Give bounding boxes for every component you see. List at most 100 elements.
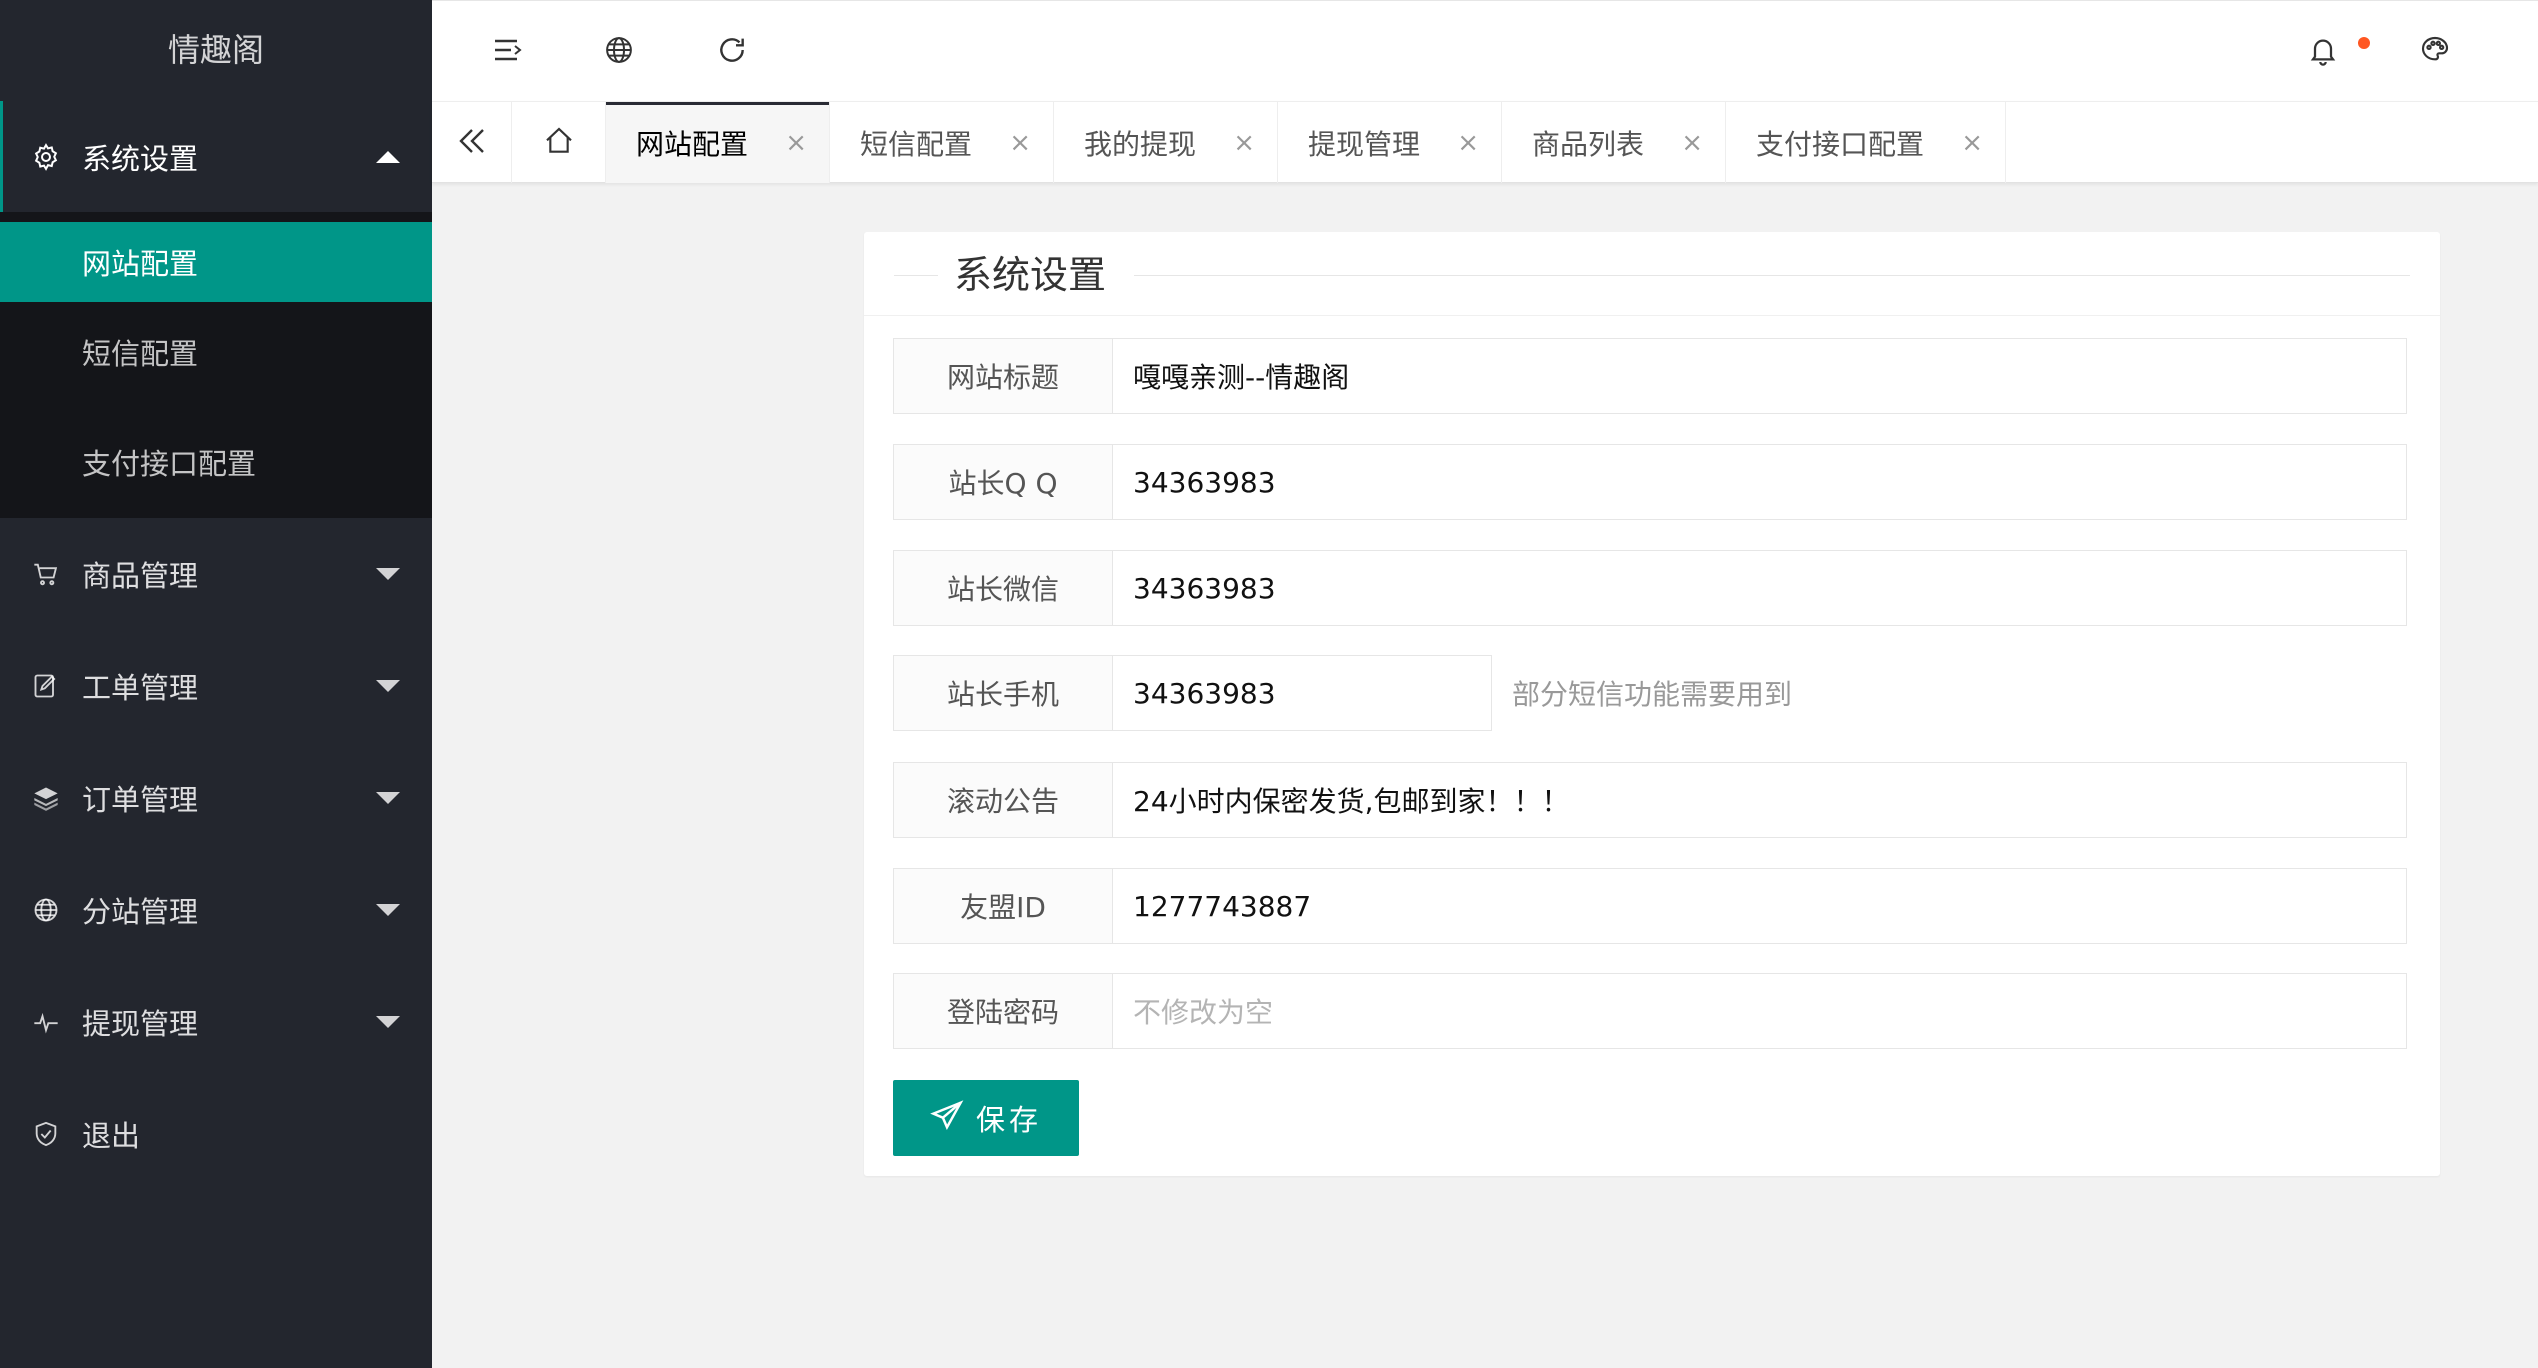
sidebar-item-label: 系统设置 <box>82 141 199 176</box>
sidebar-item-substations[interactable]: 分站管理 <box>0 854 432 966</box>
tab-label: 支付接口配置 <box>1756 127 1925 161</box>
close-icon[interactable]: × <box>1457 129 1479 157</box>
tab-label: 我的提现 <box>1084 127 1197 161</box>
form-row-site-title: 网站标题 嘎嘎亲测--情趣阁 <box>893 338 2407 414</box>
tab-label: 商品列表 <box>1532 127 1645 161</box>
close-icon[interactable]: × <box>1233 129 1255 157</box>
form-row-wechat: 站长微信 34363983 <box>893 550 2407 626</box>
field-label: 滚动公告 <box>893 762 1113 838</box>
globe-icon <box>604 35 634 69</box>
chevron-up-icon <box>376 150 400 163</box>
umeng-id-input[interactable]: 1277743887 <box>1112 868 2407 944</box>
sidebar-item-products[interactable]: 商品管理 <box>0 518 432 630</box>
sidebar-subnav-system: 网站配置 短信配置 <box>0 212 432 418</box>
menu-fold-icon <box>493 37 523 67</box>
gear-icon <box>30 141 62 173</box>
palette-icon <box>2418 34 2452 70</box>
sidebar-item-orders[interactable]: 订单管理 <box>0 742 432 854</box>
legend-line-left <box>894 275 938 276</box>
sidebar: 情趣阁 系统设置 网站配置 短信配置 支付接口配置 商品管理 工单管理 订单管理… <box>0 0 432 1368</box>
field-label: 站长微信 <box>893 550 1113 626</box>
sidebar-item-label: 退出 <box>82 1119 141 1153</box>
sidebar-item-label: 商品管理 <box>82 559 199 593</box>
sidebar-item-site-config[interactable]: 网站配置 <box>0 222 432 302</box>
website-button[interactable] <box>569 1 669 102</box>
tab-site-config[interactable]: 网站配置 × <box>606 102 830 183</box>
pulse-icon <box>30 1006 62 1038</box>
settings-card: 系统设置 网站标题 嘎嘎亲测--情趣阁 站长Q Q 34363983 站长微信 … <box>864 232 2440 1176</box>
home-icon <box>542 125 576 161</box>
field-label: 友盟ID <box>893 868 1113 944</box>
save-button[interactable]: 保存 <box>893 1080 1079 1156</box>
app-logo: 情趣阁 <box>167 31 264 69</box>
phone-hint: 部分短信功能需要用到 <box>1512 678 1793 711</box>
form-row-umeng-id: 友盟ID 1277743887 <box>893 868 2407 944</box>
globe-icon <box>30 894 62 926</box>
sidebar-item-label: 短信配置 <box>82 337 199 371</box>
legend-line-right <box>1134 275 2410 276</box>
close-icon[interactable]: × <box>1681 129 1703 157</box>
form-row-notice: 滚动公告 24小时内保密发货,包邮到家！！！ <box>893 762 2407 838</box>
top-header <box>432 0 2538 101</box>
sidebar-subnav-system-2: 支付接口配置 <box>0 418 432 518</box>
close-icon[interactable]: × <box>1009 129 1031 157</box>
sidebar-item-sms-config[interactable]: 短信配置 <box>0 302 432 402</box>
site-title-input[interactable]: 嘎嘎亲测--情趣阁 <box>1112 338 2407 414</box>
tab-product-list[interactable]: 商品列表 × <box>1502 102 1726 183</box>
save-button-label: 保存 <box>975 1103 1042 1137</box>
refresh-button[interactable] <box>682 1 782 102</box>
sidebar-item-label: 分站管理 <box>82 895 199 929</box>
chevron-down-icon <box>376 904 400 916</box>
tab-label: 提现管理 <box>1308 127 1421 161</box>
tab-bar: 网站配置 × 短信配置 × 我的提现 × 提现管理 × 商品列表 × 支付接口配… <box>432 101 2538 183</box>
sidebar-item-logout[interactable]: 退出 <box>0 1078 432 1190</box>
home-tab[interactable] <box>512 102 606 183</box>
sidebar-item-tickets[interactable]: 工单管理 <box>0 630 432 742</box>
shield-icon <box>30 1118 62 1150</box>
chevron-down-icon <box>376 1016 400 1028</box>
chevron-down-icon <box>376 568 400 580</box>
tab-scroll-left-button[interactable] <box>432 102 512 183</box>
sidebar-item-system-settings[interactable]: 系统设置 <box>0 101 432 212</box>
chevron-down-icon <box>376 680 400 692</box>
close-icon[interactable]: × <box>1961 129 1983 157</box>
cart-icon <box>30 558 62 590</box>
phone-input[interactable]: 34363983 <box>1112 655 1492 731</box>
scroll-notice-input[interactable]: 24小时内保密发货,包邮到家！！！ <box>1112 762 2407 838</box>
sidebar-item-label: 订单管理 <box>82 783 199 817</box>
tab-sms-config[interactable]: 短信配置 × <box>830 102 1054 183</box>
password-input[interactable]: 不修改为空 <box>1112 973 2407 1049</box>
card-divider <box>864 315 2440 316</box>
chevron-down-icon <box>376 792 400 804</box>
sidebar-item-label: 支付接口配置 <box>82 447 257 481</box>
field-label: 登陆密码 <box>893 973 1113 1049</box>
tab-label: 网站配置 <box>636 127 749 161</box>
menu-fold-button[interactable] <box>458 1 558 102</box>
close-icon[interactable]: × <box>785 129 807 157</box>
field-label: 网站标题 <box>893 338 1113 414</box>
form-row-qq: 站长Q Q 34363983 <box>893 444 2407 520</box>
tab-withdraw-management[interactable]: 提现管理 × <box>1278 102 1502 183</box>
field-label: 站长手机 <box>893 655 1113 731</box>
tab-payment-config[interactable]: 支付接口配置 × <box>1726 102 2006 183</box>
tab-my-withdraw[interactable]: 我的提现 × <box>1054 102 1278 183</box>
sidebar-item-payment-config[interactable]: 支付接口配置 <box>0 412 432 512</box>
edit-icon <box>30 670 62 702</box>
qq-input[interactable]: 34363983 <box>1112 444 2407 520</box>
form-legend: 系统设置 <box>954 253 1107 297</box>
wechat-input[interactable]: 34363983 <box>1112 550 2407 626</box>
double-chevron-left-icon <box>456 126 488 160</box>
refresh-icon <box>716 34 748 70</box>
sidebar-item-withdraw[interactable]: 提现管理 <box>0 966 432 1078</box>
layers-icon <box>30 782 62 814</box>
sidebar-item-label: 提现管理 <box>82 1007 199 1041</box>
send-icon <box>930 1099 976 1137</box>
tab-label: 短信配置 <box>860 127 973 161</box>
sidebar-item-label: 网站配置 <box>82 247 199 281</box>
notification-button[interactable] <box>2273 1 2373 102</box>
field-label: 站长Q Q <box>893 444 1113 520</box>
theme-button[interactable] <box>2385 1 2485 102</box>
bell-icon <box>2307 34 2339 70</box>
form-row-phone: 站长手机 34363983 部分短信功能需要用到 <box>893 655 2407 731</box>
sidebar-item-label: 工单管理 <box>82 671 199 705</box>
